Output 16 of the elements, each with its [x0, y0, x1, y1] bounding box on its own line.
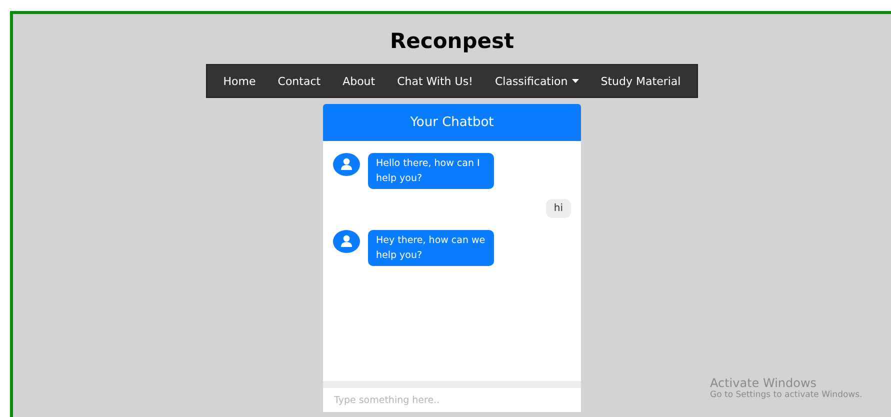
bot-message: Hey there, how can we help you? [368, 230, 494, 266]
chatbot-header: Your Chatbot [323, 104, 581, 141]
activation-notice-text: Go to Settings to activate Windows. [710, 390, 862, 400]
nav-link[interactable]: About [332, 74, 386, 88]
user-avatar-icon [333, 153, 360, 176]
nav-link[interactable]: Home [212, 74, 267, 88]
user-message: hi [546, 199, 571, 218]
nav-link[interactable]: Study Material [590, 74, 692, 88]
caret-icon [572, 79, 579, 83]
nav-dropdown[interactable]: Classification [484, 74, 590, 88]
nav-link[interactable]: Chat With Us! [386, 74, 484, 88]
nav-link[interactable]: Contact [266, 74, 332, 88]
user-avatar-icon [333, 230, 360, 253]
bot-message: Hello there, how can I help you? [368, 153, 494, 189]
activation-notice-title: Activate Windows [710, 376, 818, 390]
site-title: Reconpest [390, 28, 514, 54]
